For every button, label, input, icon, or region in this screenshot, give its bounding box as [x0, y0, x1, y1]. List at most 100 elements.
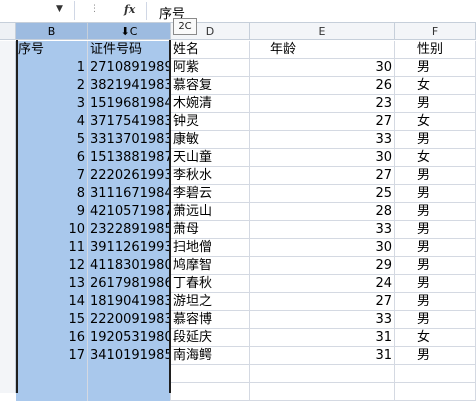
cell-gender[interactable]: 男: [395, 131, 476, 149]
cell-id[interactable]: 3410191985: [88, 347, 171, 365]
column-header-b[interactable]: B: [16, 23, 88, 40]
cell-name[interactable]: 木婉清: [171, 95, 250, 113]
cell-id[interactable]: 4118301980: [88, 257, 171, 275]
cell-gender[interactable]: 男: [395, 185, 476, 203]
cell-age[interactable]: 33: [250, 131, 395, 149]
cell-id[interactable]: 3313701983: [88, 131, 171, 149]
cell-seq[interactable]: 16: [16, 329, 88, 347]
cell-gender[interactable]: 女: [395, 77, 476, 95]
cell-id[interactable]: 2617981986: [88, 275, 171, 293]
column-header-c[interactable]: ⬇C: [88, 23, 171, 40]
header-id[interactable]: 证件号码: [88, 41, 171, 59]
cell-age[interactable]: 24: [250, 275, 395, 293]
cell[interactable]: [88, 383, 171, 401]
cell-gender[interactable]: 女: [395, 113, 476, 131]
cell-seq[interactable]: 1: [16, 59, 88, 77]
select-all-corner[interactable]: [0, 23, 16, 40]
cell-age[interactable]: 30: [250, 149, 395, 167]
cell-age[interactable]: 26: [250, 77, 395, 95]
cell-seq[interactable]: 9: [16, 203, 88, 221]
cell-seq[interactable]: 4: [16, 113, 88, 131]
cell-id[interactable]: 3821941983: [88, 77, 171, 95]
cell-id[interactable]: 1819041983: [88, 293, 171, 311]
cell-seq[interactable]: 12: [16, 257, 88, 275]
cell[interactable]: [395, 383, 476, 401]
cell-id[interactable]: 2220091983: [88, 311, 171, 329]
cell-name[interactable]: 南海鳄: [171, 347, 250, 365]
cell-age[interactable]: 33: [250, 221, 395, 239]
header-age[interactable]: 年龄: [250, 41, 395, 59]
cell-age[interactable]: 27: [250, 113, 395, 131]
cell-age[interactable]: 30: [250, 239, 395, 257]
cell-id[interactable]: 3111671984: [88, 185, 171, 203]
cell-id[interactable]: 2220261993: [88, 167, 171, 185]
cell-age[interactable]: 27: [250, 167, 395, 185]
cell-gender[interactable]: 男: [395, 293, 476, 311]
sheet-grid[interactable]: 序号 证件号码 姓名 年龄 性别 1 2710891989 阿紫 30 男 2 382194…: [16, 41, 476, 401]
cell-name[interactable]: 慕容博: [171, 311, 250, 329]
cell[interactable]: [16, 383, 88, 401]
cell-name[interactable]: 阿紫: [171, 59, 250, 77]
cell[interactable]: [88, 365, 171, 383]
fx-icon[interactable]: fx: [124, 3, 135, 16]
cell-seq[interactable]: 3: [16, 95, 88, 113]
cell[interactable]: [395, 365, 476, 383]
cell-name[interactable]: 萧远山: [171, 203, 250, 221]
cell-seq[interactable]: 2: [16, 77, 88, 95]
cell-id[interactable]: 4210571987: [88, 203, 171, 221]
column-header-e[interactable]: E: [250, 23, 395, 40]
cell-name[interactable]: 李碧云: [171, 185, 250, 203]
cell-seq[interactable]: 11: [16, 239, 88, 257]
cell-name[interactable]: 鸠摩智: [171, 257, 250, 275]
cell-id[interactable]: 3911261993: [88, 239, 171, 257]
cell[interactable]: [250, 365, 395, 383]
cell-age[interactable]: 28: [250, 203, 395, 221]
cell-name[interactable]: 天山童: [171, 149, 250, 167]
cell[interactable]: [250, 383, 395, 401]
cell-age[interactable]: 31: [250, 347, 395, 365]
cell-seq[interactable]: 8: [16, 185, 88, 203]
cell-seq[interactable]: 5: [16, 131, 88, 149]
cell-name[interactable]: 丁春秋: [171, 275, 250, 293]
cell-age[interactable]: 30: [250, 59, 395, 77]
cell-age[interactable]: 27: [250, 293, 395, 311]
cell-id[interactable]: 1513881987: [88, 149, 171, 167]
cell-gender[interactable]: 女: [395, 329, 476, 347]
cell-gender[interactable]: 男: [395, 275, 476, 293]
cell-seq[interactable]: 15: [16, 311, 88, 329]
cell-age[interactable]: 29: [250, 257, 395, 275]
row-header-strip[interactable]: [0, 41, 16, 393]
cell-seq[interactable]: 6: [16, 149, 88, 167]
cell-age[interactable]: 25: [250, 185, 395, 203]
cell-id[interactable]: 3717541983: [88, 113, 171, 131]
name-box[interactable]: ▼: [0, 1, 75, 20]
header-name[interactable]: 姓名: [171, 41, 250, 59]
cell[interactable]: [16, 365, 88, 383]
column-header-f[interactable]: F: [395, 23, 476, 40]
header-gender[interactable]: 性别: [395, 41, 476, 59]
cell-name[interactable]: 游坦之: [171, 293, 250, 311]
cell-gender[interactable]: 男: [395, 239, 476, 257]
cell-seq[interactable]: 10: [16, 221, 88, 239]
cell-age[interactable]: 23: [250, 95, 395, 113]
cell-age[interactable]: 31: [250, 329, 395, 347]
cell-name[interactable]: 康敏: [171, 131, 250, 149]
cell-gender[interactable]: 女: [395, 149, 476, 167]
cell-id[interactable]: 1519681984: [88, 95, 171, 113]
cell-gender[interactable]: 男: [395, 203, 476, 221]
cell-name[interactable]: 段延庆: [171, 329, 250, 347]
cell-seq[interactable]: 13: [16, 275, 88, 293]
cell-seq[interactable]: 7: [16, 167, 88, 185]
cell-gender[interactable]: 男: [395, 347, 476, 365]
header-seq[interactable]: 序号: [16, 41, 88, 59]
cell-id[interactable]: 1920531980: [88, 329, 171, 347]
cell-id[interactable]: 2710891989: [88, 59, 171, 77]
cell-gender[interactable]: 男: [395, 167, 476, 185]
cell-age[interactable]: 33: [250, 311, 395, 329]
cell-gender[interactable]: 男: [395, 257, 476, 275]
cell-gender[interactable]: 男: [395, 59, 476, 77]
cell-id[interactable]: 2322891985: [88, 221, 171, 239]
cell[interactable]: [171, 383, 250, 401]
cell-name[interactable]: 萧母: [171, 221, 250, 239]
cell-name[interactable]: 扫地僧: [171, 239, 250, 257]
